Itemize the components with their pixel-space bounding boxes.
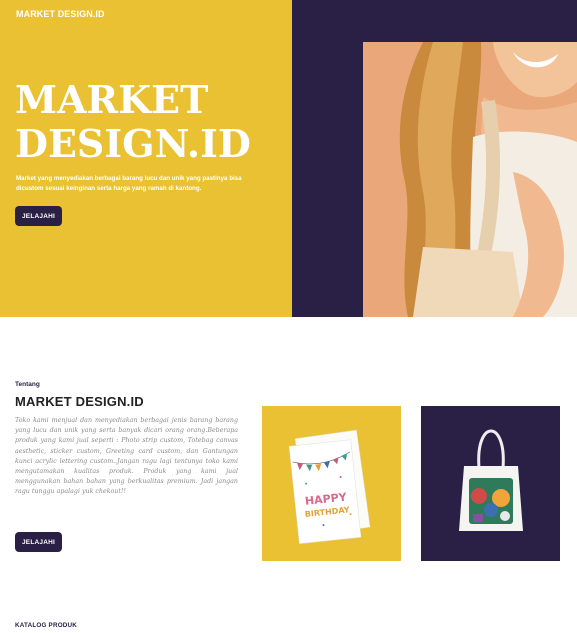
about-title: MARKET DESIGN.ID bbox=[15, 394, 144, 409]
product-card-greeting[interactable]: HAPPY BIRTHDAY bbox=[262, 406, 401, 561]
hero-title-line1: MARKET bbox=[15, 77, 209, 122]
product-card-totebag[interactable] bbox=[421, 406, 560, 561]
hero-photo-woman-with-totebag bbox=[363, 42, 577, 317]
about-kicker: Tentang bbox=[15, 381, 40, 388]
hero-description: Market yang menyediakan berbagai barang … bbox=[16, 175, 242, 192]
about-explore-button[interactable]: JELAJAHI bbox=[15, 532, 62, 552]
hero-explore-button[interactable]: JELAJAHI bbox=[15, 206, 62, 226]
hero-section: MARKET DESIGN.ID MARKET DESIGN.ID Market… bbox=[0, 0, 577, 317]
hero-title: MARKET DESIGN.ID bbox=[15, 78, 285, 166]
about-text: Toko kami menjual dan menyediakan berbag… bbox=[15, 417, 238, 496]
brand-logo[interactable]: MARKET DESIGN.ID bbox=[16, 9, 105, 19]
hero-left-panel: MARKET DESIGN.ID MARKET DESIGN.ID Market… bbox=[0, 0, 292, 317]
catalog-heading: KATALOG PRODUK bbox=[15, 622, 78, 629]
hero-title-line2: DESIGN.ID bbox=[15, 121, 251, 166]
